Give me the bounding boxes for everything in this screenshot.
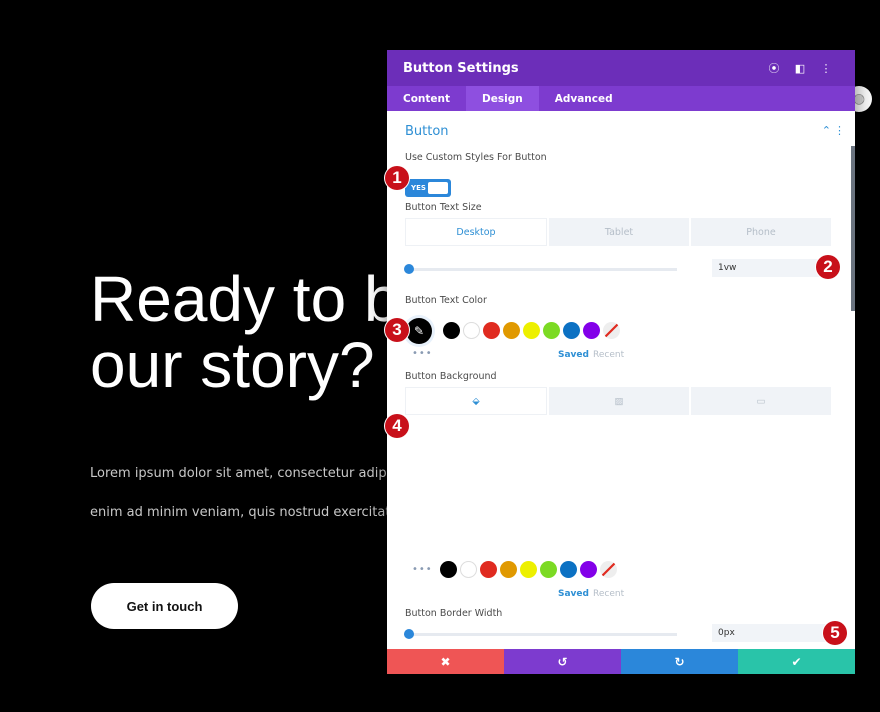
border-width-input[interactable]: 0px [712, 624, 830, 642]
tab-content[interactable]: Content [387, 86, 466, 111]
hero-text-line-2: enim ad minim veniam, quis nostrud exerc… [90, 505, 423, 520]
color-swatch[interactable] [480, 561, 497, 578]
text-size-device-tabs: Desktop Tablet Phone [405, 218, 831, 246]
color-swatch[interactable] [543, 322, 560, 339]
text-size-label: Button Text Size [405, 202, 482, 213]
border-width-label: Button Border Width [405, 608, 503, 619]
color-icon[interactable]: ⬙ [405, 387, 547, 415]
step-badge-4: 4 [385, 414, 409, 438]
color-swatch[interactable] [440, 561, 457, 578]
color-swatch[interactable] [540, 561, 557, 578]
more-icon[interactable]: ⋮ [813, 62, 839, 75]
color-swatch[interactable] [463, 322, 480, 339]
color-swatch[interactable] [583, 322, 600, 339]
redo-icon: ↻ [674, 654, 685, 669]
recent-colors-tab-2[interactable]: Recent [593, 589, 624, 599]
border-width-slider[interactable] [404, 629, 677, 639]
color-swatch[interactable] [500, 561, 517, 578]
tab-design[interactable]: Design [466, 86, 539, 111]
more-colors-icon[interactable]: ••• [412, 348, 433, 359]
recent-colors-tab[interactable]: Recent [593, 350, 624, 360]
gradient-icon[interactable]: ▨ [549, 387, 689, 415]
layout-icon[interactable]: ◧ [787, 62, 813, 75]
image-icon[interactable]: ▭ [691, 387, 831, 415]
device-tab-desktop[interactable]: Desktop [405, 218, 547, 246]
undo-button[interactable]: ↺ [504, 649, 621, 674]
background-type-tabs: ⬙ ▨ ▭ [405, 387, 831, 415]
custom-styles-label: Use Custom Styles For Button [405, 152, 547, 163]
color-swatch[interactable] [563, 322, 580, 339]
no-color-swatch[interactable] [603, 322, 620, 339]
hero-text-line-1: Lorem ipsum dolor sit amet, consectetur … [90, 466, 416, 481]
toggle-knob [428, 182, 448, 194]
color-swatch[interactable] [560, 561, 577, 578]
fullscreen-icon[interactable]: ⦿ [761, 60, 787, 76]
text-size-input[interactable]: 1vw [712, 259, 830, 277]
color-swatch[interactable] [443, 322, 460, 339]
background-label: Button Background [405, 371, 497, 382]
saved-colors-tab[interactable]: Saved [558, 350, 589, 360]
color-swatch[interactable] [520, 561, 537, 578]
device-tab-phone[interactable]: Phone [691, 218, 831, 246]
color-swatch[interactable] [523, 322, 540, 339]
text-color-label: Button Text Color [405, 295, 487, 306]
color-swatch[interactable] [580, 561, 597, 578]
undo-icon: ↺ [557, 654, 568, 669]
color-swatch[interactable] [503, 322, 520, 339]
section-more-icon[interactable]: ⋮ [834, 124, 845, 137]
close-icon: ✖ [440, 654, 451, 669]
step-badge-2: 2 [816, 255, 840, 279]
cancel-button[interactable]: ✖ [387, 649, 504, 674]
chevron-up-icon[interactable]: ⌃ [822, 124, 831, 137]
step-badge-5: 5 [823, 621, 847, 645]
check-icon: ✔ [791, 654, 802, 669]
panel-tabs: Content Design Advanced [387, 86, 855, 111]
saved-colors-tab-2[interactable]: Saved [558, 589, 589, 599]
hero-title: Ready to b our story? [90, 263, 400, 401]
step-badge-1: 1 [385, 166, 409, 190]
slider-handle[interactable] [404, 629, 414, 639]
slider-handle[interactable] [404, 264, 414, 274]
get-in-touch-button[interactable]: Get in touch [91, 583, 238, 629]
section-title[interactable]: Button [405, 124, 449, 139]
device-tab-tablet[interactable]: Tablet [549, 218, 689, 246]
no-color-swatch[interactable] [600, 561, 617, 578]
panel-title: Button Settings [403, 60, 519, 76]
text-size-slider[interactable] [404, 264, 677, 274]
custom-styles-toggle[interactable]: YES [405, 179, 451, 197]
color-swatch[interactable] [460, 561, 477, 578]
panel-scrollbar[interactable] [851, 146, 855, 311]
panel-header[interactable]: Button Settings ⦿ ◧ ⋮ [387, 50, 855, 86]
step-badge-3: 3 [385, 318, 409, 342]
color-swatch[interactable] [483, 322, 500, 339]
eyedropper-icon[interactable]: ✎ [406, 318, 432, 344]
redo-button[interactable]: ↻ [621, 649, 738, 674]
toggle-label: YES [411, 184, 426, 192]
save-button[interactable]: ✔ [738, 649, 855, 674]
more-colors-icon-2[interactable]: ••• [412, 564, 433, 575]
tab-advanced[interactable]: Advanced [539, 86, 629, 111]
panel-body: Button ⌃ ⋮ Use Custom Styles For Button … [387, 111, 855, 649]
button-settings-panel: Button Settings ⦿ ◧ ⋮ Content Design Adv… [387, 50, 855, 674]
panel-footer: ✖ ↺ ↻ ✔ [387, 649, 855, 674]
